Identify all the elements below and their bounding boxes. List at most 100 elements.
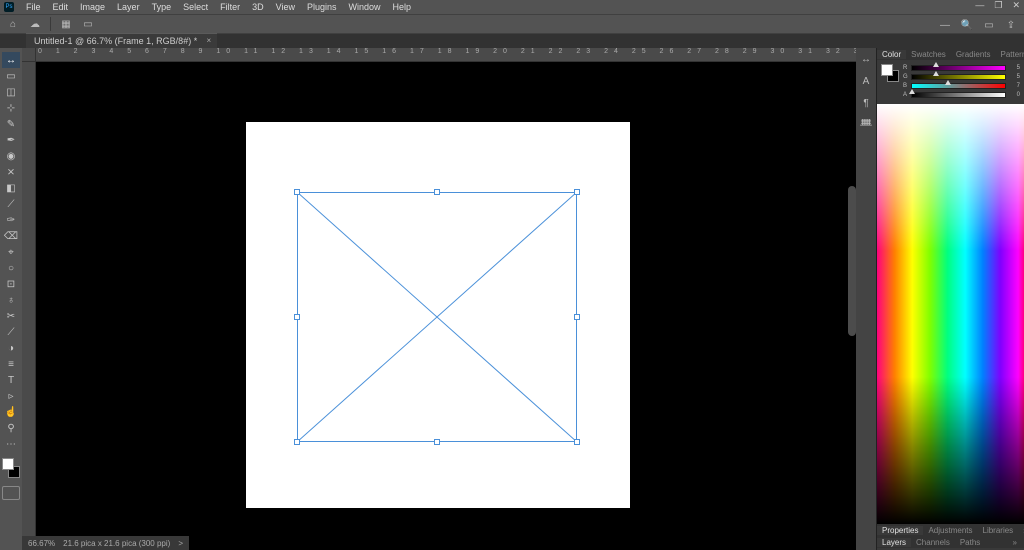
panel-tab-adjustments[interactable]: Adjustments <box>923 526 977 535</box>
collapsed-panel-2[interactable]: ¶ <box>859 96 873 110</box>
horizontal-ruler[interactable]: 0 1 2 3 4 5 6 7 8 9 10 11 12 13 14 15 16… <box>36 48 856 62</box>
panel-tab-paths[interactable]: Paths <box>955 538 985 547</box>
tool-0[interactable]: ↔ <box>2 52 20 68</box>
vertical-ruler[interactable] <box>22 62 36 550</box>
tool-10[interactable]: ✑ <box>2 212 20 228</box>
frame-object[interactable] <box>297 192 577 442</box>
panel-tab-color[interactable]: Color <box>877 50 906 59</box>
transform-handle-tr[interactable] <box>574 189 580 195</box>
transform-handle-bc[interactable] <box>434 439 440 445</box>
tool-2[interactable]: ◫ <box>2 84 20 100</box>
canvas-scrollbar[interactable] <box>848 186 856 336</box>
transform-handle-ml[interactable] <box>294 314 300 320</box>
collapsed-panel-0[interactable]: ↔ <box>859 52 873 66</box>
transform-handle-mr[interactable] <box>574 314 580 320</box>
slider-g[interactable]: G5 <box>903 73 1020 80</box>
transform-handle-br[interactable] <box>574 439 580 445</box>
tool-13[interactable]: ○ <box>2 260 20 276</box>
cloud-docs-button[interactable]: ☁ <box>28 17 42 31</box>
properties-panel-tabs: PropertiesAdjustmentsLibraries» <box>877 524 1024 536</box>
transform-handle-bl[interactable] <box>294 439 300 445</box>
tool-11[interactable]: ⌫ <box>2 228 20 244</box>
tool-16[interactable]: ✂ <box>2 308 20 324</box>
workspace-switcher-icon[interactable]: ▭ <box>982 18 996 32</box>
panel-menu-icon[interactable]: » <box>1018 526 1024 535</box>
tool-22[interactable]: ☝ <box>2 404 20 420</box>
panel-tab-channels[interactable]: Channels <box>911 538 955 547</box>
panel-tab-libraries[interactable]: Libraries <box>978 526 1019 535</box>
home-button[interactable]: ⌂ <box>6 17 20 31</box>
canvas-area[interactable]: 0 1 2 3 4 5 6 7 8 9 10 11 12 13 14 15 16… <box>22 48 856 550</box>
maximize-button[interactable]: ❐ <box>994 0 1002 11</box>
document-tab[interactable]: Untitled-1 @ 66.7% (Frame 1, RGB/8#) * × <box>26 33 217 48</box>
tool-7[interactable]: ⨯ <box>2 164 20 180</box>
tool-14[interactable]: ⊡ <box>2 276 20 292</box>
color-panel-tabs: ColorSwatchesGradientsPatterns» <box>877 48 1024 60</box>
panel-menu-icon[interactable]: » <box>1008 538 1022 547</box>
menu-3d[interactable]: 3D <box>246 2 270 12</box>
tool-23[interactable]: ⚲ <box>2 420 20 436</box>
collapsed-panel-dock: ↔ A ¶ ᚙ <box>856 48 876 550</box>
panel-tab-layers[interactable]: Layers <box>877 538 911 547</box>
minimize-app-icon[interactable]: — <box>938 18 952 32</box>
collapsed-panel-3[interactable]: ᚙ <box>859 118 873 132</box>
transform-handle-tl[interactable] <box>294 189 300 195</box>
color-panel: R5 G5 B7 A0 <box>877 60 1024 104</box>
tool-19[interactable]: ≡ <box>2 356 20 372</box>
slider-b[interactable]: B7 <box>903 82 1020 89</box>
menu-help[interactable]: Help <box>387 2 418 12</box>
menu-type[interactable]: Type <box>146 2 178 12</box>
menu-edit[interactable]: Edit <box>47 2 75 12</box>
status-flyout-icon[interactable]: > <box>178 539 183 548</box>
tool-17[interactable]: ⟋ <box>2 324 20 340</box>
options-bar: ⌂ ☁ ▦ ▭ — 🔍 ▭ ⇪ <box>0 14 1024 34</box>
tool-6[interactable]: ◉ <box>2 148 20 164</box>
menu-window[interactable]: Window <box>343 2 387 12</box>
ruler-origin[interactable] <box>22 48 36 62</box>
menu-filter[interactable]: Filter <box>214 2 246 12</box>
menu-view[interactable]: View <box>270 2 301 12</box>
transform-handle-tc[interactable] <box>434 189 440 195</box>
collapsed-panel-1[interactable]: A <box>859 74 873 88</box>
status-bar: 66.67% 21.6 pica x 21.6 pica (300 ppi) > <box>22 536 189 550</box>
panel-tab-properties[interactable]: Properties <box>877 526 923 535</box>
tool-21[interactable]: ▹ <box>2 388 20 404</box>
menu-bar: Ps FileEditImageLayerTypeSelectFilter3DV… <box>0 0 1024 14</box>
panel-tab-gradients[interactable]: Gradients <box>951 50 996 59</box>
grid-option-button[interactable]: ▦ <box>59 17 73 31</box>
menu-layer[interactable]: Layer <box>111 2 146 12</box>
close-button[interactable]: ✕ <box>1012 0 1020 11</box>
stroke-option-button[interactable]: ▭ <box>81 17 95 31</box>
tool-8[interactable]: ◧ <box>2 180 20 196</box>
slider-a[interactable]: A0 <box>903 91 1020 98</box>
minimize-button[interactable]: — <box>975 0 984 11</box>
zoom-level[interactable]: 66.67% <box>28 539 55 548</box>
window-controls: — ❐ ✕ <box>975 0 1020 11</box>
app-logo: Ps <box>4 2 14 12</box>
search-icon[interactable]: 🔍 <box>960 18 974 32</box>
tool-15[interactable]: ♁ <box>2 292 20 308</box>
tool-4[interactable]: ✎ <box>2 116 20 132</box>
color-spectrum-picker[interactable] <box>877 104 1024 524</box>
color-swatch[interactable] <box>881 64 899 82</box>
panel-tab-swatches[interactable]: Swatches <box>906 50 951 59</box>
tool-5[interactable]: ✒ <box>2 132 20 148</box>
tool-24[interactable]: ⋯ <box>2 436 20 452</box>
menu-file[interactable]: File <box>20 2 47 12</box>
menu-select[interactable]: Select <box>177 2 214 12</box>
panel-tab-patterns[interactable]: Patterns <box>996 50 1024 59</box>
tool-9[interactable]: ⟋ <box>2 196 20 212</box>
share-icon[interactable]: ⇪ <box>1004 18 1018 32</box>
menu-plugins[interactable]: Plugins <box>301 2 343 12</box>
tool-1[interactable]: ▭ <box>2 68 20 84</box>
menu-image[interactable]: Image <box>74 2 111 12</box>
quick-mask-toggle[interactable] <box>2 486 20 500</box>
foreground-background-swatch[interactable] <box>2 458 20 478</box>
close-tab-icon[interactable]: × <box>207 36 212 45</box>
tool-3[interactable]: ⊹ <box>2 100 20 116</box>
document-tab-row: Untitled-1 @ 66.7% (Frame 1, RGB/8#) * × <box>0 34 1024 48</box>
tool-12[interactable]: ⌖ <box>2 244 20 260</box>
tool-20[interactable]: T <box>2 372 20 388</box>
tool-18[interactable]: ◑ <box>2 340 20 356</box>
slider-r[interactable]: R5 <box>903 64 1020 71</box>
